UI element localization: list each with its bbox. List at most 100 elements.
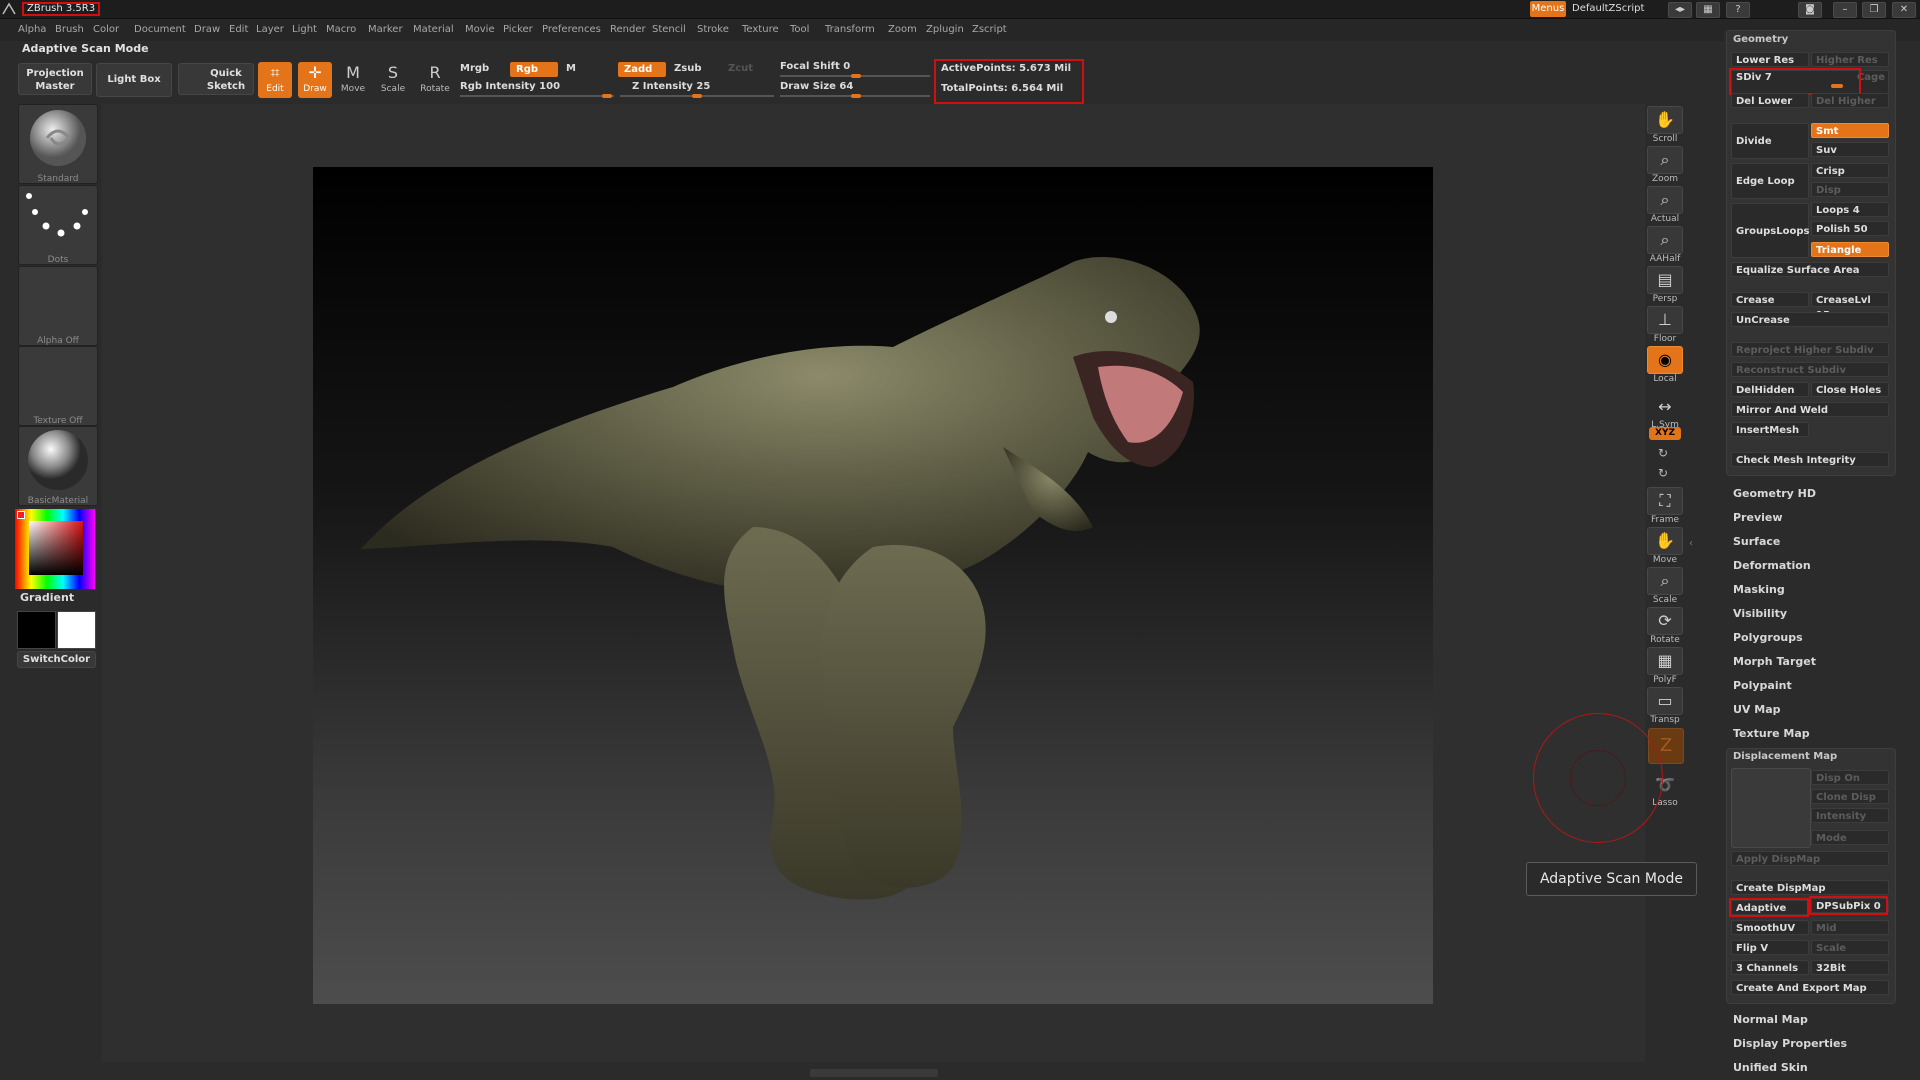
edit-button[interactable]: ⌗ Edit [258, 62, 292, 98]
menu-texture[interactable]: Texture [742, 24, 779, 35]
section-masking[interactable]: Masking [1733, 583, 1785, 596]
move-button[interactable]: M Move [336, 62, 370, 98]
menu-preferences[interactable]: Preferences [542, 24, 601, 35]
menu-zplugin[interactable]: Zplugin [926, 24, 964, 35]
menus-button[interactable]: Menus [1530, 1, 1566, 17]
reproject-button[interactable]: Reproject Higher Subdiv [1731, 342, 1889, 357]
menu-macro[interactable]: Macro [326, 24, 356, 35]
toggle-icon[interactable]: ◂▸ [1668, 2, 1692, 18]
lower-res-button[interactable]: Lower Res [1731, 52, 1809, 67]
menu-edit[interactable]: Edit [229, 24, 248, 35]
lsym-button[interactable]: ↔ L.Sym [1647, 394, 1683, 430]
crease-level-slider[interactable]: CreaseLvl 15 [1811, 292, 1889, 321]
focal-shift-knob[interactable] [851, 74, 861, 78]
alpha-thumbnail[interactable]: Alpha Off [18, 266, 98, 346]
local-button[interactable]: ◉ Local [1647, 346, 1683, 384]
crease-button[interactable]: Crease [1731, 292, 1809, 307]
edge-loop-button[interactable]: Edge Loop [1731, 163, 1809, 199]
del-higher-button[interactable]: Del Higher [1811, 93, 1889, 108]
section-unified-skin[interactable]: Unified Skin [1733, 1061, 1808, 1074]
zbrush-logo-icon[interactable] [2, 1, 16, 15]
rgb-toggle[interactable]: Rgb [510, 62, 558, 77]
mid-slider[interactable]: Mid [1811, 920, 1889, 935]
menu-layer[interactable]: Layer [256, 24, 284, 35]
section-polypaint[interactable]: Polypaint [1733, 679, 1792, 692]
texture-thumbnail[interactable]: Texture Off [18, 346, 98, 426]
xyz-toggle[interactable]: XYZ [1649, 427, 1681, 440]
bottom-shelf-handle[interactable] [810, 1069, 938, 1077]
rotate-button[interactable]: R Rotate [418, 62, 452, 98]
quick-sketch-button[interactable]: Quick Sketch [178, 63, 254, 95]
minimize-icon[interactable]: – [1833, 2, 1857, 18]
zoom-button[interactable]: ⌕ Zoom [1647, 146, 1683, 184]
menu-draw[interactable]: Draw [194, 24, 220, 35]
switch-color-button[interactable]: SwitchColor [17, 651, 96, 668]
menu-stencil[interactable]: Stencil [652, 24, 686, 35]
menu-render[interactable]: Render [610, 24, 646, 35]
zcut-toggle[interactable]: Zcut [728, 63, 753, 74]
section-uv-map[interactable]: UV Map [1733, 703, 1781, 716]
menu-movie[interactable]: Movie [465, 24, 495, 35]
mode-toggle[interactable]: Mode [1811, 830, 1889, 845]
gradient-label[interactable]: Gradient [20, 591, 74, 604]
section-texture-map[interactable]: Texture Map [1733, 727, 1810, 740]
section-geometry-hd[interactable]: Geometry HD [1733, 487, 1816, 500]
panel-collapse-icon[interactable]: ‹ [1689, 538, 1695, 558]
help-icon[interactable]: ? [1726, 2, 1750, 18]
maximize-icon[interactable]: ❐ [1862, 2, 1886, 18]
menu-transform[interactable]: Transform [825, 24, 875, 35]
create-dispmap-button[interactable]: Create DispMap [1731, 880, 1889, 895]
displacement-map-title[interactable]: Displacement Map [1733, 751, 1837, 762]
polish-slider[interactable]: Polish 50 [1811, 221, 1889, 236]
loops-slider[interactable]: Loops 4 [1811, 202, 1889, 217]
menu-alpha[interactable]: Alpha [18, 24, 46, 35]
displacement-thumbnail[interactable] [1731, 768, 1811, 848]
close-icon[interactable]: ✕ [1892, 2, 1916, 18]
menu-light[interactable]: Light [292, 24, 317, 35]
polyf-button[interactable]: ▦ PolyF [1647, 647, 1683, 685]
lock-icon[interactable]: ◙ [1798, 2, 1822, 18]
section-normal-map[interactable]: Normal Map [1733, 1013, 1808, 1026]
mrgb-toggle[interactable]: Mrgb [460, 63, 489, 74]
light-box-button[interactable]: Light Box [96, 63, 172, 97]
higher-res-button[interactable]: Higher Res [1811, 52, 1889, 67]
scale-view-button[interactable]: ⌕ Scale [1647, 567, 1683, 605]
menu-marker[interactable]: Marker [368, 24, 403, 35]
viewport[interactable] [313, 167, 1433, 1004]
equalize-surface-area-button[interactable]: Equalize Surface Area [1731, 262, 1889, 277]
menu-zscript[interactable]: Zscript [972, 24, 1007, 35]
scale-slider[interactable]: Scale [1811, 940, 1889, 955]
rotate-view-button[interactable]: ⟳ Rotate [1647, 607, 1683, 645]
menu-document[interactable]: Document [134, 24, 186, 35]
suv-toggle[interactable]: Suv [1811, 142, 1889, 157]
insert-mesh-button[interactable]: InsertMesh [1731, 422, 1809, 437]
del-hidden-button[interactable]: DelHidden [1731, 382, 1809, 397]
secondary-color-swatch[interactable] [17, 611, 56, 649]
menu-zoom[interactable]: Zoom [888, 24, 917, 35]
mirror-weld-button[interactable]: Mirror And Weld [1731, 402, 1889, 417]
apply-dispmap-button[interactable]: Apply DispMap [1731, 851, 1889, 866]
material-thumbnail[interactable]: BasicMaterial [18, 426, 98, 506]
color-square[interactable] [29, 521, 83, 575]
section-visibility[interactable]: Visibility [1733, 607, 1787, 620]
disp-slider[interactable]: Disp [1811, 182, 1889, 197]
rotate-y-icon[interactable]: ↻ [1658, 446, 1668, 460]
color-picker[interactable] [15, 509, 95, 589]
main-color-swatch[interactable] [57, 611, 96, 649]
actual-button[interactable]: ⌕ Actual [1647, 186, 1683, 224]
smt-toggle[interactable]: Smt [1811, 123, 1889, 138]
del-lower-button[interactable]: Del Lower [1731, 93, 1809, 108]
divide-button[interactable]: Divide [1731, 123, 1809, 159]
menu-material[interactable]: Material [413, 24, 454, 35]
draw-button[interactable]: ✛ Draw [298, 62, 332, 98]
rgb-intensity-slider[interactable] [460, 95, 614, 97]
stroke-thumbnail[interactable]: Dots [18, 185, 98, 265]
menu-color[interactable]: Color [93, 24, 119, 35]
section-display-properties[interactable]: Display Properties [1733, 1037, 1847, 1050]
brush-thumbnail[interactable]: Standard [18, 104, 98, 184]
menu-stroke[interactable]: Stroke [697, 24, 729, 35]
move-view-button[interactable]: ✋ Move [1647, 527, 1683, 565]
groups-loops-button[interactable]: GroupsLoops [1731, 203, 1809, 258]
32bit-toggle[interactable]: 32Bit [1811, 960, 1889, 975]
rgb-intensity-knob[interactable] [602, 94, 612, 98]
